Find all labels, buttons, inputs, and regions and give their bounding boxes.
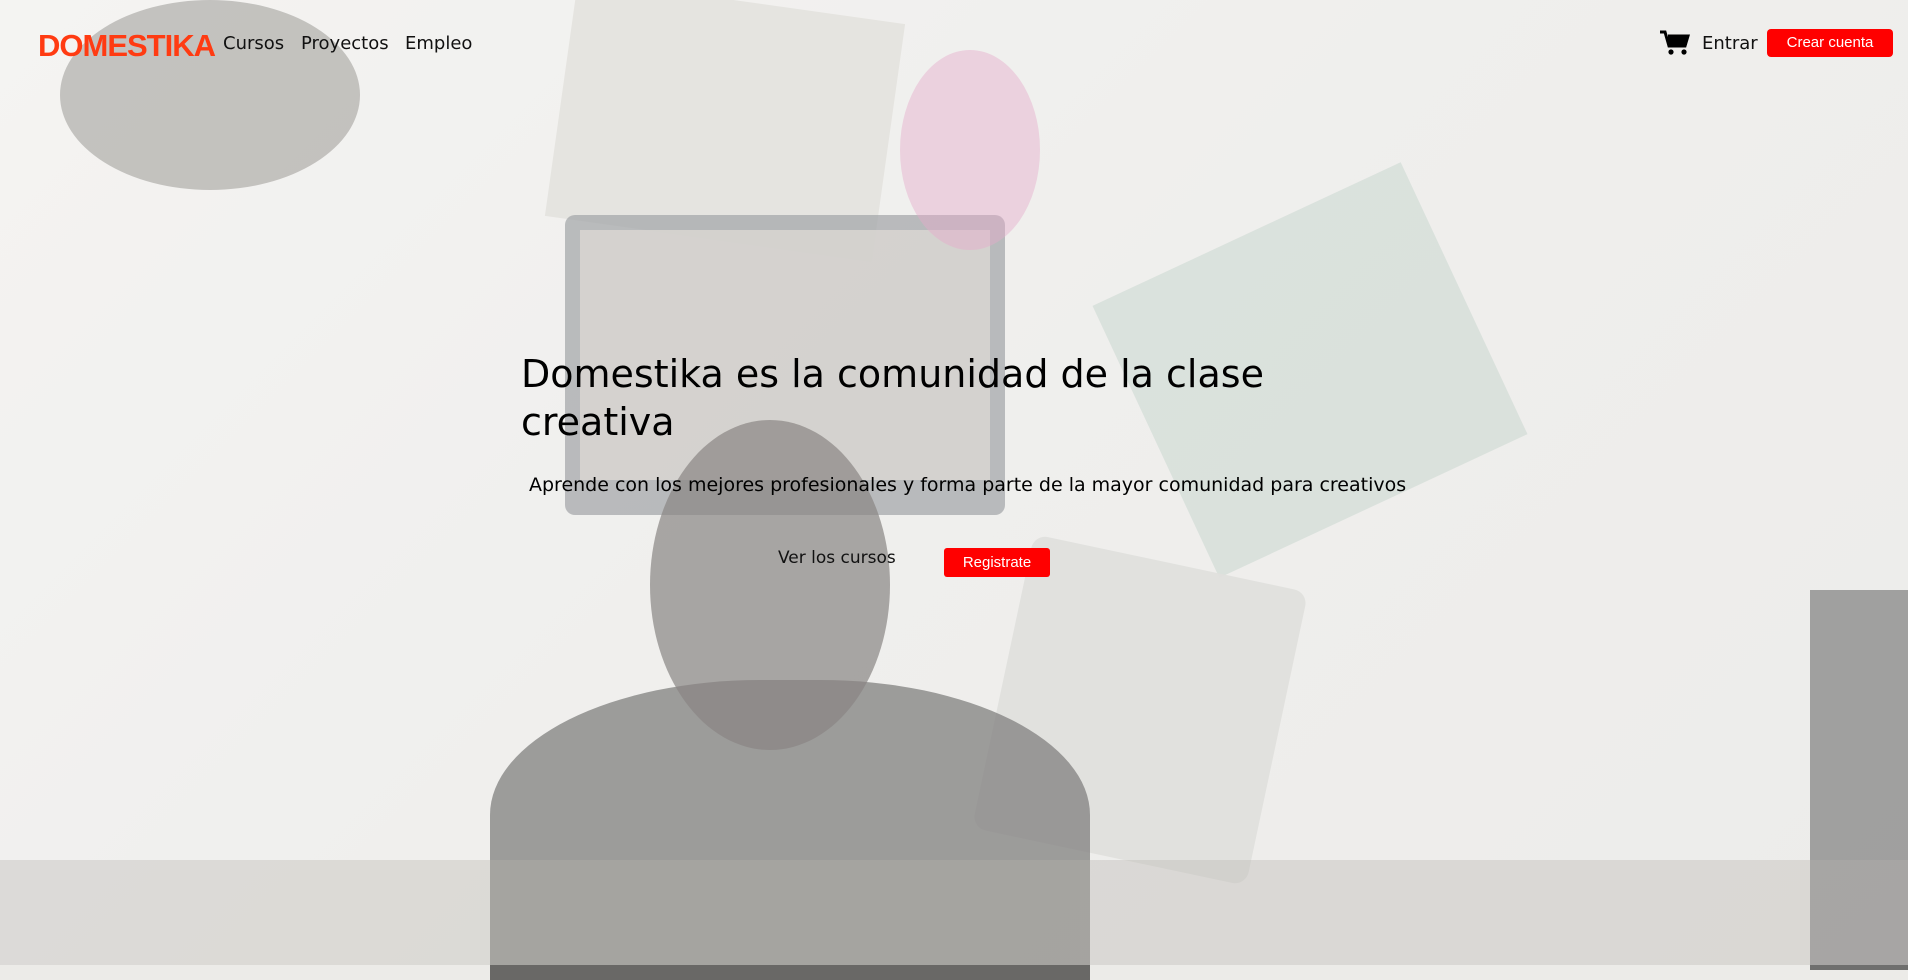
create-account-button[interactable]: Crear cuenta: [1767, 29, 1893, 57]
register-button[interactable]: Registrate: [944, 548, 1050, 577]
nav-empleo[interactable]: Empleo: [405, 33, 472, 54]
view-courses-link[interactable]: Ver los cursos: [778, 548, 896, 568]
top-nav: DOMESTIKA Cursos Proyectos Empleo Entrar…: [0, 0, 1908, 88]
domestika-logo[interactable]: DOMESTIKA: [38, 28, 216, 64]
nav-cursos[interactable]: Cursos: [223, 33, 284, 54]
nav-proyectos[interactable]: Proyectos: [301, 33, 389, 54]
hero-subtitle: Aprende con los mejores profesionales y …: [529, 474, 1407, 496]
hero-title: Domestika es la comunidad de la clase cr…: [521, 352, 1264, 444]
login-link[interactable]: Entrar: [1702, 33, 1758, 54]
shopping-cart-icon[interactable]: [1660, 30, 1690, 56]
